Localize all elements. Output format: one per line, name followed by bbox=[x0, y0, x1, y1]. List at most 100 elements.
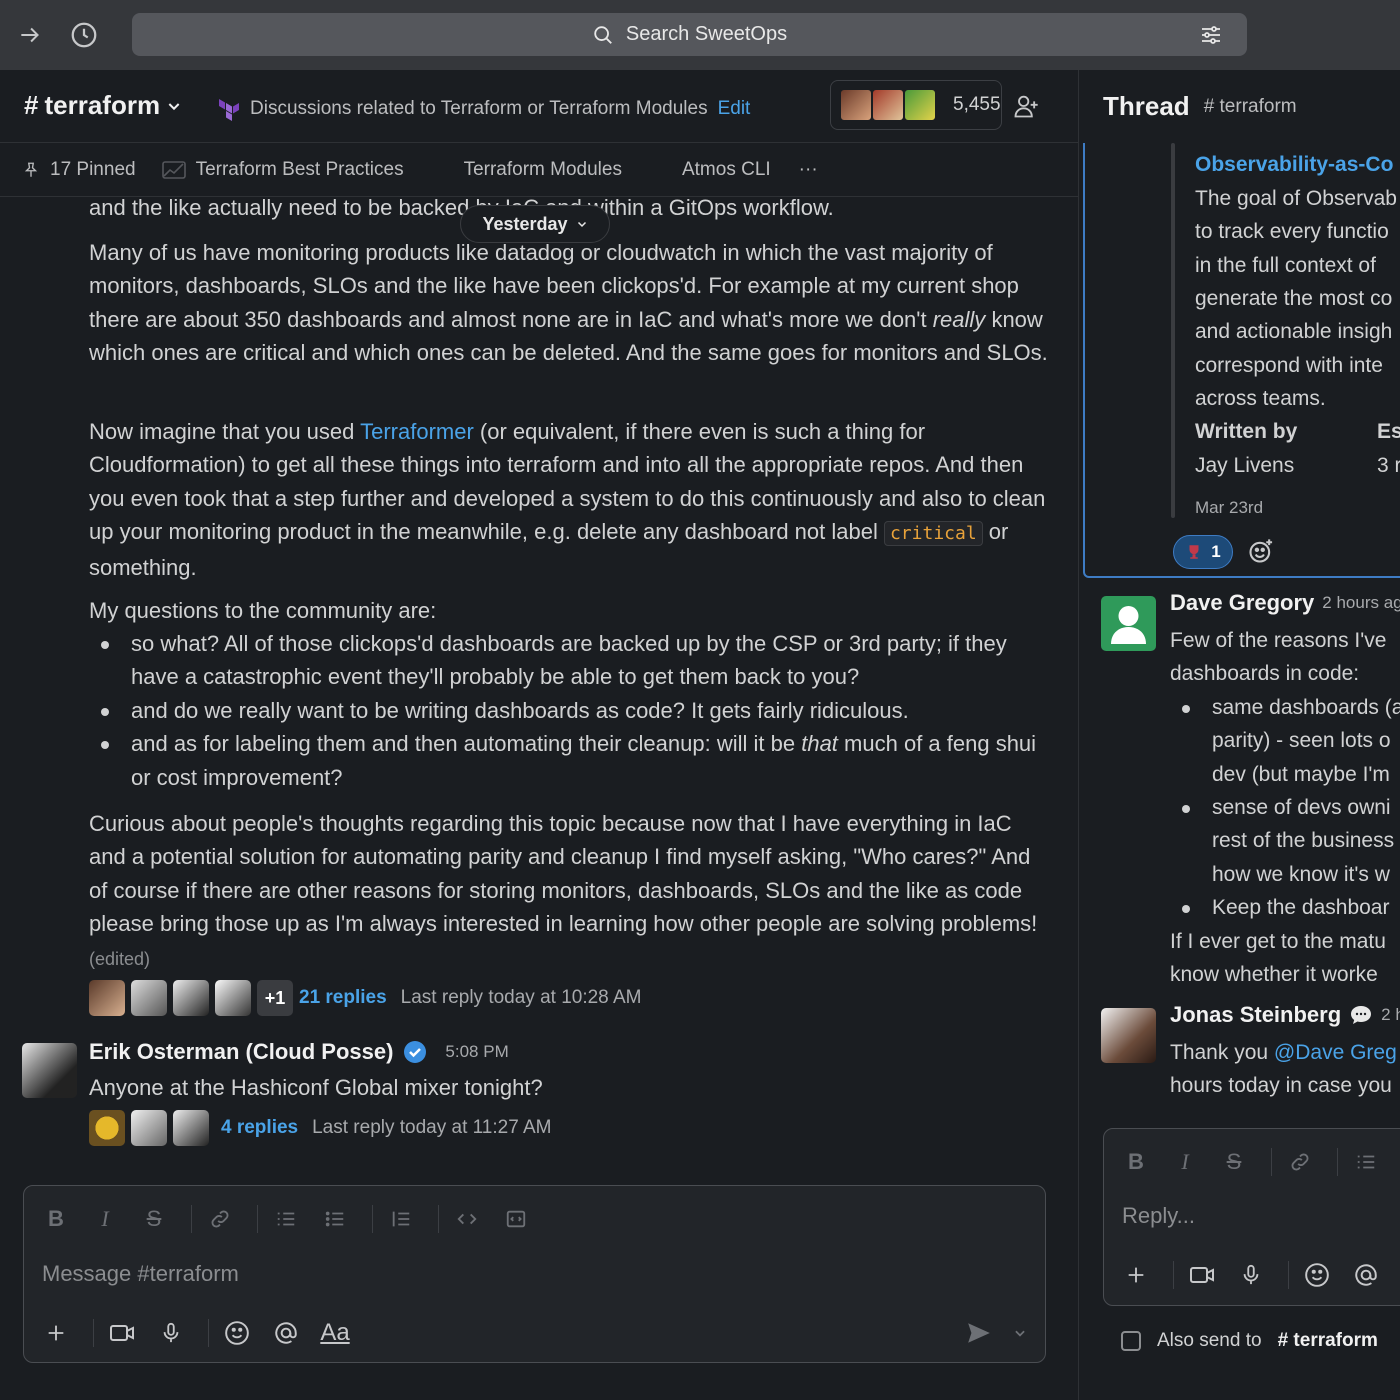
message-time[interactable]: 2 hours ag bbox=[1322, 593, 1400, 613]
inline-code: critical bbox=[883, 521, 983, 547]
microphone-icon[interactable] bbox=[151, 1313, 191, 1353]
send-icon[interactable] bbox=[959, 1313, 999, 1353]
message-time[interactable]: 2 h bbox=[1381, 1005, 1400, 1025]
attachment-author: Jay Livens bbox=[1195, 454, 1295, 477]
bullet-line: rest of the business bbox=[1212, 829, 1395, 853]
video-icon[interactable] bbox=[102, 1313, 142, 1353]
blockquote-icon[interactable] bbox=[381, 1202, 421, 1236]
reply-text: Thank you bbox=[1170, 1041, 1269, 1064]
chevron-down-icon[interactable] bbox=[1008, 1313, 1032, 1353]
thread-channel[interactable]: # terraform bbox=[1204, 96, 1297, 118]
channel-name-button[interactable]: # terraform bbox=[24, 90, 182, 121]
reply-line: know whether it worke bbox=[1170, 963, 1378, 987]
reply-input[interactable]: Reply... bbox=[1122, 1203, 1195, 1229]
members-button[interactable]: 5,455 bbox=[830, 80, 1002, 130]
author-name[interactable]: Jonas Steinberg bbox=[1170, 1002, 1341, 1028]
replier-avatar bbox=[131, 980, 167, 1016]
jonas-avatar[interactable] bbox=[1101, 1008, 1156, 1063]
mention-icon[interactable] bbox=[266, 1313, 306, 1353]
pin-icon bbox=[22, 161, 40, 179]
tabs-more-button[interactable]: ··· bbox=[799, 159, 818, 181]
thread-replies-bar[interactable]: 4 replies Last reply today at 11:27 AM bbox=[89, 1110, 552, 1146]
replies-count-link[interactable]: 4 replies bbox=[221, 1117, 298, 1139]
message-time[interactable]: 5:08 PM bbox=[445, 1042, 508, 1062]
chevron-down-icon bbox=[576, 218, 588, 230]
filter-sliders-icon[interactable] bbox=[1199, 23, 1223, 47]
avatar[interactable] bbox=[22, 1043, 77, 1103]
plus-icon[interactable] bbox=[1116, 1255, 1156, 1295]
dave-avatar[interactable] bbox=[1101, 596, 1156, 651]
plus-icon[interactable] bbox=[36, 1313, 76, 1353]
member-avatar bbox=[903, 88, 937, 122]
tab-bookmark-3[interactable]: Atmos CLI bbox=[682, 159, 771, 181]
thread-replies-bar[interactable]: +1 21 replies Last reply today at 10:28 … bbox=[89, 980, 641, 1016]
italic-icon[interactable]: I bbox=[1165, 1145, 1205, 1179]
replies-count-link[interactable]: 21 replies bbox=[299, 987, 387, 1009]
member-avatar bbox=[839, 88, 873, 122]
reply-line: If I ever get to the matu bbox=[1170, 929, 1386, 953]
search-icon bbox=[592, 24, 614, 46]
member-count: 5,455 bbox=[953, 94, 1001, 115]
trophy-emoji-icon bbox=[1185, 543, 1203, 561]
ordered-list-icon[interactable] bbox=[1346, 1145, 1386, 1179]
terraformer-link[interactable]: Terraformer bbox=[360, 419, 474, 444]
strikethrough-icon[interactable]: S bbox=[1214, 1145, 1254, 1179]
message-paragraph: Now imagine that you used Terraformer (o… bbox=[89, 415, 1049, 584]
user-mention[interactable]: @Dave Greg bbox=[1274, 1041, 1397, 1064]
bullet-list: so what? All of those clickops'd dashboa… bbox=[89, 627, 1039, 794]
emoji-icon[interactable] bbox=[1297, 1255, 1337, 1295]
tab-bookmark-2[interactable]: Terraform Modules bbox=[464, 159, 622, 181]
tab-bookmark-1[interactable]: Terraform Best Practices bbox=[161, 159, 404, 181]
author-name[interactable]: Erik Osterman (Cloud Posse) bbox=[89, 1039, 393, 1065]
attachment-title-link[interactable]: Observability-as-Co bbox=[1195, 148, 1393, 181]
strikethrough-icon[interactable]: S bbox=[134, 1202, 174, 1236]
video-icon[interactable] bbox=[1182, 1255, 1222, 1295]
search-bar[interactable]: Search SweetOps bbox=[132, 13, 1247, 56]
history-clock-icon[interactable] bbox=[64, 15, 104, 55]
author-name[interactable]: Dave Gregory bbox=[1170, 590, 1314, 616]
paragraph-text: Curious about people's thoughts regardin… bbox=[89, 811, 1038, 937]
composer-actions: Aa bbox=[36, 1313, 364, 1353]
replier-avatar bbox=[215, 980, 251, 1016]
bullet-line: sense of devs owni bbox=[1212, 796, 1391, 820]
attachment-date: Mar 23rd bbox=[1195, 498, 1264, 517]
reply-composer: B I S Reply... bbox=[1103, 1128, 1400, 1306]
paragraph-text: Many of us have monitoring products like… bbox=[89, 240, 1019, 332]
formatting-toggle-button[interactable]: Aa bbox=[315, 1313, 355, 1353]
also-send-option[interactable]: Also send to # terraform bbox=[1121, 1330, 1378, 1352]
replier-avatar bbox=[173, 980, 209, 1016]
link-icon[interactable] bbox=[200, 1202, 240, 1236]
forward-arrow-icon[interactable] bbox=[10, 15, 50, 55]
bullet-item: and as for labeling them and then automa… bbox=[89, 727, 1039, 794]
bold-icon[interactable]: B bbox=[36, 1202, 76, 1236]
bullet-item: so what? All of those clickops'd dashboa… bbox=[89, 627, 1039, 694]
bulleted-list-icon[interactable] bbox=[315, 1202, 355, 1236]
bullet-item: and do we really want to be writing dash… bbox=[89, 694, 1039, 727]
italic-icon[interactable]: I bbox=[85, 1202, 125, 1236]
member-avatar bbox=[871, 88, 905, 122]
code-icon[interactable] bbox=[447, 1202, 487, 1236]
reaction-count: 1 bbox=[1211, 542, 1221, 561]
bold-icon[interactable]: B bbox=[1116, 1145, 1156, 1179]
edit-topic-link[interactable]: Edit bbox=[718, 98, 751, 120]
reply-line: dashboards in code: bbox=[1170, 662, 1360, 686]
emoji-icon[interactable] bbox=[217, 1313, 257, 1353]
ordered-list-icon[interactable] bbox=[266, 1202, 306, 1236]
add-member-icon[interactable] bbox=[1006, 86, 1046, 126]
reaction-pill[interactable]: 1 bbox=[1173, 535, 1233, 569]
message-input[interactable]: Message #terraform bbox=[42, 1261, 239, 1287]
attachment-line: The goal of Observab bbox=[1195, 187, 1397, 210]
bullet-item: sense of devs owni rest of the business … bbox=[1170, 791, 1400, 891]
also-send-checkbox[interactable] bbox=[1121, 1331, 1141, 1351]
mention-icon[interactable] bbox=[1346, 1255, 1386, 1295]
attachment-line: and actionable insigh bbox=[1195, 320, 1393, 343]
formatting-toolbar: B I S bbox=[36, 1202, 545, 1236]
tab-pinned[interactable]: 17 Pinned bbox=[22, 159, 136, 181]
add-reaction-icon[interactable] bbox=[1247, 537, 1275, 565]
link-icon[interactable] bbox=[1280, 1145, 1320, 1179]
code-block-icon[interactable] bbox=[496, 1202, 536, 1236]
hash-icon: # bbox=[24, 90, 39, 120]
divider bbox=[257, 1205, 258, 1233]
attachment-line: in the full context of bbox=[1195, 254, 1376, 277]
microphone-icon[interactable] bbox=[1231, 1255, 1271, 1295]
